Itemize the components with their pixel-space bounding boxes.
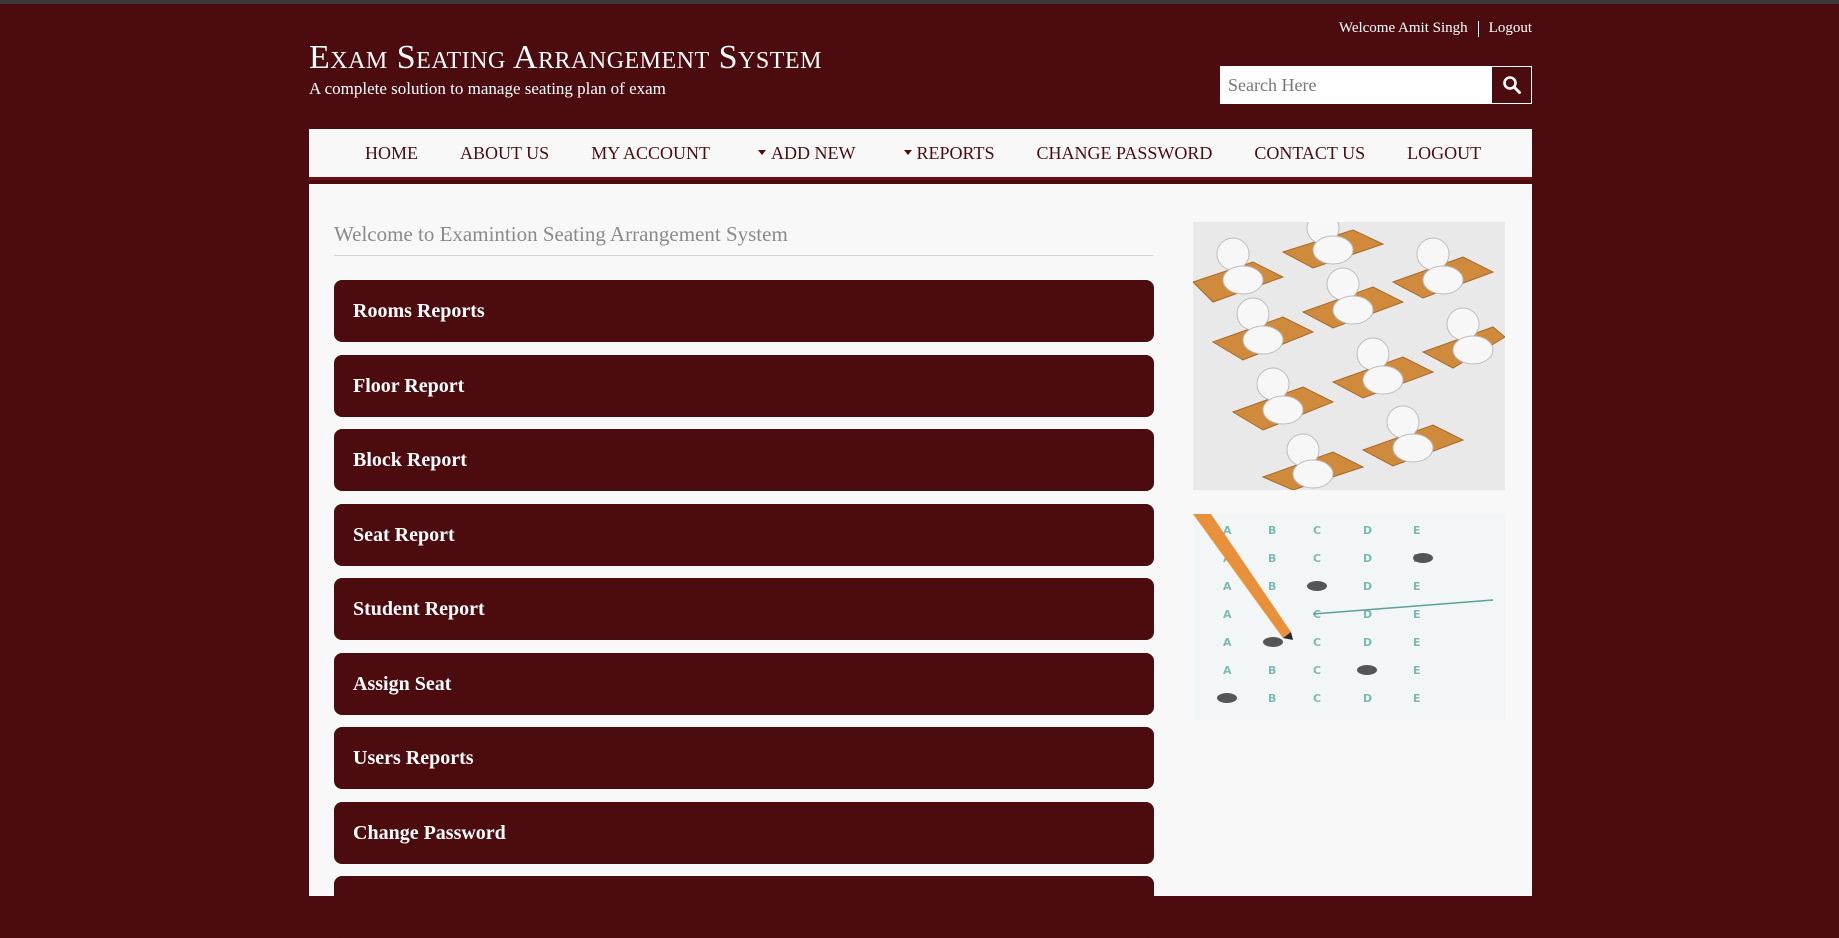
svg-text:B: B (1268, 524, 1276, 537)
page-container: Welcome Amit Singh Logout Exam Seating A… (309, 0, 1532, 938)
svg-text:A: A (1223, 580, 1232, 593)
user-bar: Welcome Amit Singh Logout (1339, 20, 1532, 37)
nav-reports[interactable]: REPORTS (903, 142, 995, 164)
nav-add-new[interactable]: ADD NEW (758, 142, 856, 164)
svg-text:B: B (1268, 580, 1276, 593)
nav-about-us[interactable]: ABOUT US (460, 143, 549, 164)
content-panel: Welcome to Examintion Seating Arrangemen… (309, 184, 1532, 938)
site-subtitle: A complete solution to manage seating pl… (309, 79, 666, 98)
search-box (1220, 66, 1532, 104)
svg-text:B: B (1268, 664, 1276, 677)
svg-text:C: C (1313, 636, 1321, 649)
nav-change-password[interactable]: CHANGE PASSWORD (1036, 143, 1212, 164)
svg-text:E: E (1413, 664, 1421, 677)
floor-report-button[interactable]: Floor Report (334, 355, 1154, 417)
svg-text:B: B (1268, 552, 1276, 565)
divider (1477, 20, 1479, 37)
svg-text:C: C (1313, 552, 1321, 565)
users-reports-button[interactable]: Users Reports (334, 727, 1154, 789)
svg-text:E: E (1413, 580, 1421, 593)
svg-text:C: C (1313, 664, 1321, 677)
student-report-button[interactable]: Student Report (334, 578, 1154, 640)
svg-text:C: C (1313, 692, 1321, 705)
nav-my-account[interactable]: MY ACCOUNT (591, 143, 710, 164)
svg-text:E: E (1413, 608, 1421, 621)
svg-text:D: D (1363, 580, 1372, 593)
change-password-button[interactable]: Change Password (334, 802, 1154, 864)
block-report-button[interactable]: Block Report (334, 429, 1154, 491)
answer-sheet-image: ABCDE ABCDE ABCDE ABCDE ABCDE ABCDE ABCD… (1193, 514, 1505, 720)
nav-add-new-label: ADD NEW (771, 142, 856, 163)
svg-text:A: A (1223, 636, 1232, 649)
search-input[interactable] (1220, 66, 1491, 104)
svg-text:D: D (1363, 524, 1372, 537)
svg-text:A: A (1223, 608, 1232, 621)
svg-text:B: B (1268, 692, 1276, 705)
welcome-text: Welcome Amit Singh (1338, 20, 1468, 36)
svg-text:D: D (1363, 552, 1372, 565)
page-heading: Welcome to Examintion Seating Arrangemen… (334, 222, 1154, 256)
search-icon (1502, 76, 1521, 94)
site-title: Exam Seating Arrangement System (309, 39, 822, 76)
main-nav: HOME ABOUT US MY ACCOUNT ADD NEW REPORTS… (309, 129, 1532, 180)
seat-report-button[interactable]: Seat Report (334, 504, 1154, 566)
nav-logout[interactable]: LOGOUT (1407, 143, 1481, 164)
menu-button-partial[interactable] (334, 876, 1154, 938)
assign-seat-button[interactable]: Assign Seat (334, 653, 1154, 715)
svg-text:D: D (1363, 692, 1372, 705)
svg-text:E: E (1413, 524, 1421, 537)
svg-text:D: D (1363, 636, 1372, 649)
chevron-down-icon (903, 149, 912, 155)
search-button[interactable] (1491, 66, 1532, 104)
logout-link[interactable]: Logout (1489, 20, 1532, 37)
svg-text:A: A (1223, 664, 1232, 677)
svg-text:E: E (1413, 692, 1421, 705)
rooms-reports-button[interactable]: Rooms Reports (334, 280, 1154, 342)
svg-text:C: C (1313, 524, 1321, 537)
chevron-down-icon (758, 149, 767, 155)
exam-hall-image (1193, 222, 1505, 490)
svg-text:E: E (1413, 636, 1421, 649)
nav-home[interactable]: HOME (365, 143, 418, 164)
nav-reports-label: REPORTS (916, 142, 995, 163)
nav-contact-us[interactable]: CONTACT US (1254, 143, 1365, 164)
